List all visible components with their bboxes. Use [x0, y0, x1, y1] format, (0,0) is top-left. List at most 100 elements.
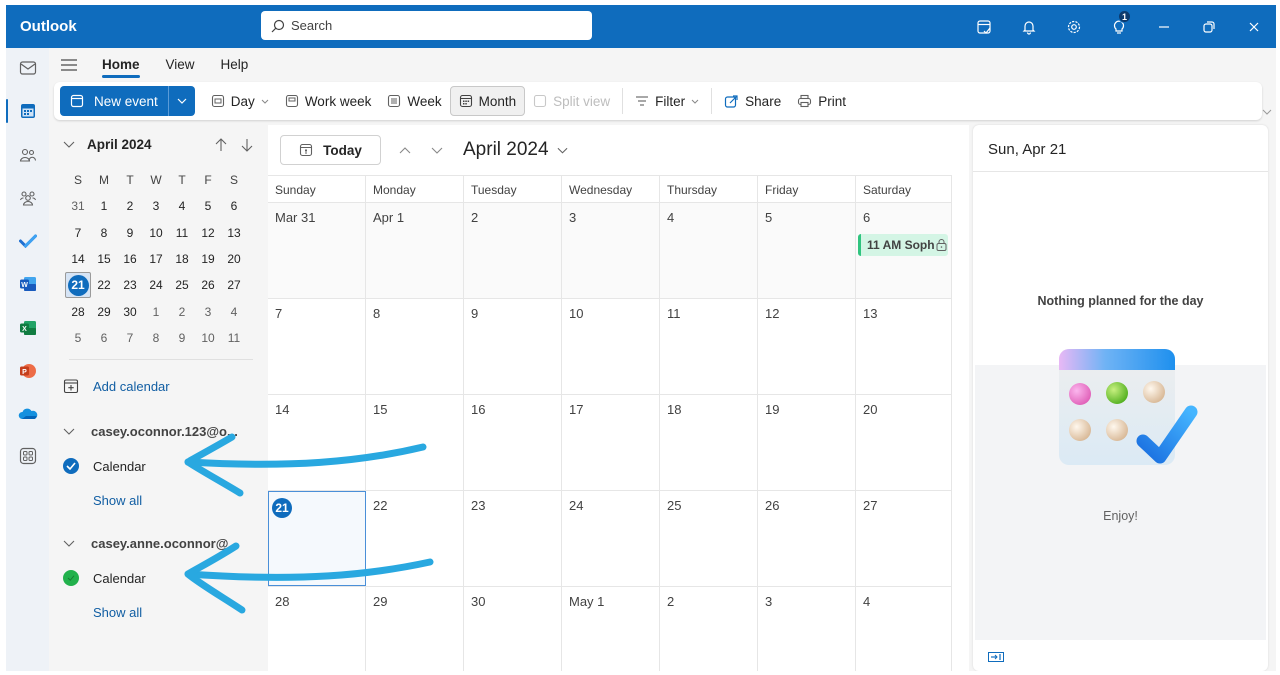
onedrive-icon[interactable]	[6, 394, 49, 434]
day-cell[interactable]: 15	[366, 395, 464, 490]
mini-day[interactable]: 17	[143, 246, 169, 272]
excel-icon[interactable]: X	[6, 308, 49, 348]
mini-day[interactable]: 27	[221, 272, 247, 298]
powerpoint-icon[interactable]: P	[6, 351, 49, 391]
mini-day[interactable]: 2	[117, 193, 143, 219]
todo-icon[interactable]	[6, 221, 49, 261]
mini-day[interactable]: 8	[91, 220, 117, 246]
day-cell[interactable]: 25	[660, 491, 758, 586]
mini-day[interactable]: 24	[143, 272, 169, 298]
tab-home[interactable]: Home	[89, 48, 153, 81]
gear-icon[interactable]	[1051, 5, 1096, 48]
mini-day[interactable]: 20	[221, 246, 247, 272]
calendar-event[interactable]: 11 AM Soph	[858, 234, 948, 256]
day-cell[interactable]: 9	[464, 299, 562, 394]
day-cell[interactable]: 5	[758, 203, 856, 298]
mini-day[interactable]: 1	[143, 298, 169, 324]
word-icon[interactable]: W	[6, 264, 49, 304]
day-cell[interactable]: 611 AM Soph	[856, 203, 952, 298]
groups-icon[interactable]	[6, 178, 49, 218]
mini-day[interactable]: 31	[65, 193, 91, 219]
day-cell[interactable]: 13	[856, 299, 952, 394]
day-cell[interactable]: 28	[268, 587, 366, 671]
day-cell[interactable]: 14	[268, 395, 366, 490]
month-view-button[interactable]: Month	[450, 86, 526, 116]
day-cell[interactable]: 11	[660, 299, 758, 394]
mini-day[interactable]: 3	[195, 298, 221, 324]
day-cell[interactable]: 19	[758, 395, 856, 490]
mini-day[interactable]: 4	[221, 298, 247, 324]
show-all-link[interactable]: Show all	[93, 493, 142, 508]
chevron-down-icon[interactable]	[63, 141, 75, 148]
mini-day[interactable]: 5	[65, 325, 91, 351]
tab-help[interactable]: Help	[208, 48, 262, 81]
today-button[interactable]: Today	[280, 135, 381, 165]
day-cell[interactable]: Apr 1	[366, 203, 464, 298]
restore-icon[interactable]	[1186, 5, 1231, 48]
calendar-icon[interactable]	[6, 91, 49, 131]
my-day-icon[interactable]	[961, 5, 1006, 48]
day-view-button[interactable]: Day	[203, 86, 277, 116]
mini-day[interactable]: 25	[169, 272, 195, 298]
close-icon[interactable]	[1231, 5, 1276, 48]
day-cell[interactable]: 23	[464, 491, 562, 586]
day-cell[interactable]: 20	[856, 395, 952, 490]
mini-day[interactable]: 28	[65, 298, 91, 324]
account-header[interactable]: casey.oconnor.123@o...	[63, 424, 238, 439]
share-button[interactable]: Share	[716, 86, 789, 116]
mini-day[interactable]: 11	[169, 220, 195, 246]
day-cell[interactable]: 3	[758, 587, 856, 671]
day-cell[interactable]: 26	[758, 491, 856, 586]
day-cell[interactable]: 24	[562, 491, 660, 586]
people-icon[interactable]	[6, 135, 49, 175]
arrow-down-icon[interactable]	[241, 138, 253, 152]
chevron-down-icon[interactable]	[431, 147, 443, 154]
week-view-button[interactable]: Week	[379, 86, 449, 116]
calendar-list-item[interactable]: Calendar	[63, 570, 146, 586]
mini-day[interactable]: 15	[91, 246, 117, 272]
day-cell[interactable]: May 1	[562, 587, 660, 671]
mini-day[interactable]: 3	[143, 193, 169, 219]
mini-day[interactable]: 5	[195, 193, 221, 219]
mini-day[interactable]: 10	[143, 220, 169, 246]
split-view-button[interactable]: Split view	[525, 86, 618, 116]
mini-day[interactable]: 16	[117, 246, 143, 272]
day-cell-today[interactable]: 21	[268, 491, 366, 586]
day-cell[interactable]: 3	[562, 203, 660, 298]
day-cell[interactable]: Mar 31	[268, 203, 366, 298]
mini-day[interactable]: 8	[143, 325, 169, 351]
account-header[interactable]: casey.anne.oconnor@...	[63, 536, 239, 551]
checked-circle-icon[interactable]	[63, 570, 79, 586]
day-cell[interactable]: 2	[464, 203, 562, 298]
bell-icon[interactable]	[1006, 5, 1051, 48]
mini-day[interactable]: 12	[195, 220, 221, 246]
mini-day[interactable]: 7	[117, 325, 143, 351]
mini-day[interactable]: 13	[221, 220, 247, 246]
work-week-view-button[interactable]: Work week	[277, 86, 380, 116]
mini-day[interactable]: 6	[221, 193, 247, 219]
day-cell[interactable]: 10	[562, 299, 660, 394]
day-cell[interactable]: 4	[856, 587, 952, 671]
day-cell[interactable]: 2	[660, 587, 758, 671]
day-cell[interactable]: 22	[366, 491, 464, 586]
checked-circle-icon[interactable]	[63, 458, 79, 474]
day-cell[interactable]: 17	[562, 395, 660, 490]
mini-day[interactable]: 29	[91, 298, 117, 324]
mini-day[interactable]: 26	[195, 272, 221, 298]
day-cell[interactable]: 27	[856, 491, 952, 586]
day-cell[interactable]: 16	[464, 395, 562, 490]
month-title-dropdown[interactable]: April 2024	[463, 139, 568, 161]
chevron-up-icon[interactable]	[399, 147, 411, 154]
mini-day[interactable]: 11	[221, 325, 247, 351]
search-input[interactable]: Search	[261, 11, 592, 40]
tab-view[interactable]: View	[153, 48, 208, 81]
day-cell[interactable]: 29	[366, 587, 464, 671]
collapse-pane-icon[interactable]	[988, 650, 1004, 665]
arrow-up-icon[interactable]	[215, 138, 227, 152]
calendar-list-item[interactable]: Calendar	[63, 458, 146, 474]
mini-day[interactable]: 6	[91, 325, 117, 351]
add-calendar-button[interactable]: Add calendar	[63, 378, 170, 394]
lightbulb-icon[interactable]: 1	[1096, 5, 1141, 48]
day-cell[interactable]: 18	[660, 395, 758, 490]
mini-day[interactable]: 19	[195, 246, 221, 272]
